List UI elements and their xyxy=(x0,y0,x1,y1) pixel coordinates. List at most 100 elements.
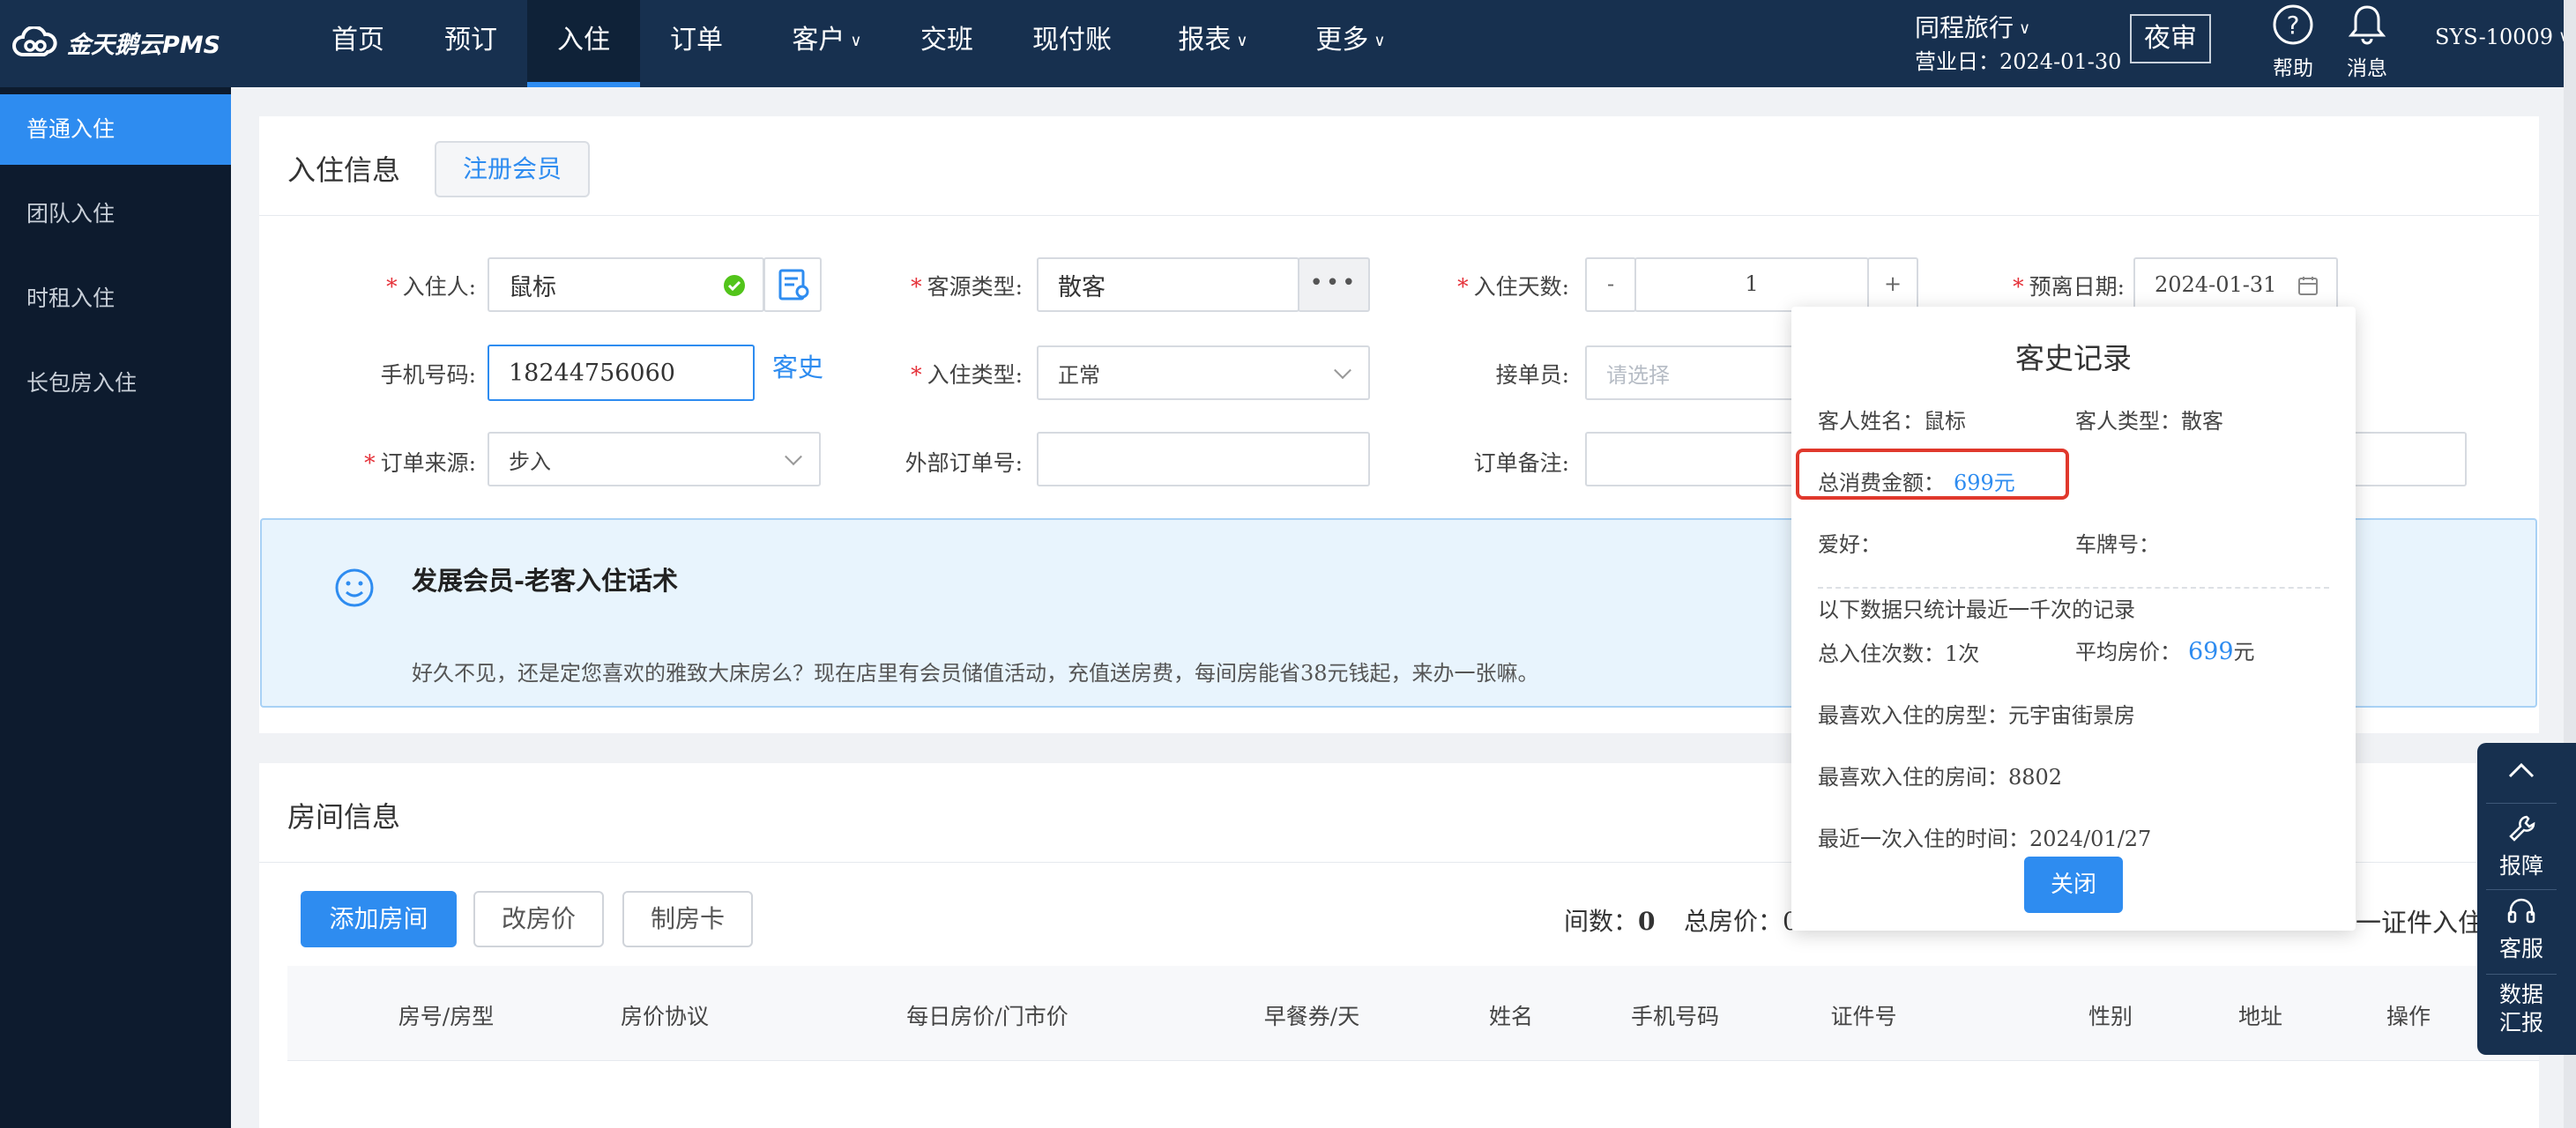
nav-home[interactable]: 首页 xyxy=(328,0,388,87)
days-input[interactable]: 1 xyxy=(1634,257,1869,312)
phone-input[interactable]: 18244756060 xyxy=(488,345,755,401)
room-count-value: 0 xyxy=(1638,907,1656,936)
fav-room-type-label: 最喜欢入住的房型： xyxy=(1818,703,2008,728)
more-dots-icon: ••• xyxy=(1309,270,1359,296)
checkin-type-select[interactable]: 正常 xyxy=(1037,345,1370,400)
float-toolbar: 报障 客服 数据 汇报 xyxy=(2477,743,2576,1055)
id-scan-button[interactable] xyxy=(763,257,822,312)
source-type-more-button[interactable]: ••• xyxy=(1298,257,1370,312)
user-menu[interactable]: SYS-10009∨ xyxy=(2435,25,2570,49)
make-room-card-button[interactable]: 制房卡 xyxy=(622,891,753,947)
sidebar-item-group-checkin[interactable]: 团队入住 xyxy=(0,179,231,249)
nav-orders[interactable]: 订单 xyxy=(666,0,726,87)
messages-button[interactable]: 消息 xyxy=(2336,0,2398,87)
banner-text: 好久不见，还是定您喜欢的雅致大床房么？现在店里有会员储值活动，充值送房费，每间房… xyxy=(412,661,1539,686)
departure-label: * 预离日期: xyxy=(1984,270,2125,301)
source-type-input[interactable]: 散客 xyxy=(1037,257,1299,312)
popup-dashed-divider xyxy=(1818,587,2329,589)
avg-price-label: 平均房价： xyxy=(2075,640,2181,664)
stats-note: 以下数据只统计最近一千次的记录 xyxy=(1818,597,2135,622)
chevron-down-icon: ∨ xyxy=(1236,32,1248,50)
guest-type-value: 散客 xyxy=(2181,409,2223,434)
days-label-text: 入住天数: xyxy=(1473,274,1569,300)
guest-history-link[interactable]: 客史 xyxy=(772,347,823,384)
chevron-down-icon: ∨ xyxy=(2019,19,2031,38)
col-id-number: 证件号 xyxy=(1830,1004,1897,1029)
sidebar-item-normal-checkin[interactable]: 普通入住 xyxy=(0,94,231,165)
night-audit-button[interactable]: 夜审 xyxy=(2130,14,2211,63)
avg-price-row: 平均房价： 699元 xyxy=(2075,634,2255,665)
order-source-value: 步入 xyxy=(509,449,551,474)
add-room-button[interactable]: 添加房间 xyxy=(301,891,457,947)
nav-more[interactable]: 更多 ∨ xyxy=(1307,0,1395,87)
days-value: 1 xyxy=(1745,271,1759,296)
last-stay-label: 最近一次入住的时间： xyxy=(1818,827,2029,851)
nav-checkin[interactable]: 入住 xyxy=(527,0,640,87)
float-divider xyxy=(2486,974,2557,975)
checkin-divider xyxy=(259,215,2539,216)
nav-shift[interactable]: 交班 xyxy=(917,0,977,87)
hotel-selector[interactable]: 同程旅行 ∨ xyxy=(1915,9,2030,44)
logo[interactable]: 金天鹅云PMS xyxy=(11,23,220,62)
cloud-logo-icon xyxy=(12,26,57,56)
room-count-label: 间数： xyxy=(1564,907,1639,936)
nav-customers[interactable]: 客户 ∨ xyxy=(783,0,871,87)
guest-history-popup: 客史记录 客人姓名：鼠标 客人类型：散客 总消费金额： 699元 爱好： 车牌号：… xyxy=(1791,307,2356,931)
change-price-button[interactable]: 改房价 xyxy=(473,891,604,947)
id-card-icon xyxy=(778,269,809,301)
guest-type-row: 客人类型：散客 xyxy=(2075,404,2223,434)
nav-reservation[interactable]: 预订 xyxy=(441,0,501,87)
top-nav: 金天鹅云PMS 首页 预订 入住 订单 客户 ∨ 交班 现付账 报表 ∨ 更多 ∨ 同… xyxy=(0,0,2576,87)
customer-service-label: 客服 xyxy=(2498,936,2543,961)
order-source-select[interactable]: 步入 xyxy=(488,432,821,486)
nav-customers-label: 客户 xyxy=(792,25,845,56)
source-type-value: 散客 xyxy=(1058,273,1106,301)
col-price-agreement: 房价协议 xyxy=(620,1004,709,1029)
customer-service-button[interactable]: 客服 xyxy=(2477,891,2565,970)
days-minus-button[interactable]: - xyxy=(1585,257,1636,312)
repair-button[interactable]: 报障 xyxy=(2477,808,2565,887)
data-report-label-2: 汇报 xyxy=(2498,1010,2543,1035)
float-divider xyxy=(2486,889,2557,890)
headset-icon xyxy=(2507,898,2535,924)
receiver-select[interactable]: 请选择 xyxy=(1585,345,1797,400)
float-divider xyxy=(2486,803,2557,804)
days-plus-button[interactable]: + xyxy=(1867,257,1918,312)
external-order-input[interactable] xyxy=(1037,432,1370,486)
guest-input[interactable]: 鼠标 xyxy=(488,257,764,312)
fav-room-row: 最喜欢入住的房间：8802 xyxy=(1818,760,2062,790)
scroll-top-button[interactable] xyxy=(2477,752,2565,796)
sidebar-item-hourly-checkin[interactable]: 时租入住 xyxy=(0,263,231,334)
logo-text: 金天鹅云PMS xyxy=(67,31,221,59)
nav-cash-account[interactable]: 现付账 xyxy=(1030,0,1114,87)
highlight-box xyxy=(1796,449,2069,500)
calendar-icon xyxy=(2298,277,2318,295)
phone-value: 18244756060 xyxy=(509,359,675,387)
departure-date-input[interactable]: 2024-01-31 xyxy=(2133,257,2338,312)
repair-label: 报障 xyxy=(2498,853,2543,879)
departure-label-text: 预离日期: xyxy=(2029,274,2125,300)
nav-reports[interactable]: 报表 ∨ xyxy=(1169,0,1257,87)
required-mark: * xyxy=(1457,274,1469,300)
total-stays-value: 1次 xyxy=(1945,642,1980,666)
chevron-down-icon: ∨ xyxy=(1374,32,1386,50)
checkin-type-label: * 入住类型: xyxy=(890,358,1023,390)
business-date: 营业日：2024-01-30 xyxy=(1915,49,2122,74)
sidebar-item-long-stay-checkin[interactable]: 长包房入住 xyxy=(0,348,231,419)
fav-room-type-row: 最喜欢入住的房型：元宇宙街景房 xyxy=(1818,698,2135,729)
required-mark: * xyxy=(911,362,922,388)
help-button[interactable]: ? 帮助 xyxy=(2262,0,2324,87)
user-id: SYS-10009 xyxy=(2435,25,2554,49)
popup-close-button[interactable]: 关闭 xyxy=(2024,857,2123,913)
fav-room-value: 8802 xyxy=(2008,765,2063,790)
required-mark: * xyxy=(2013,274,2024,300)
avg-price-value: 699 xyxy=(2188,638,2234,665)
col-room: 房号/房型 xyxy=(398,1004,495,1029)
data-report-button[interactable]: 数据 汇报 xyxy=(2477,977,2565,1053)
register-member-button[interactable]: 注册会员 xyxy=(435,141,590,197)
required-mark: * xyxy=(386,274,398,300)
guest-name-row: 客人姓名：鼠标 xyxy=(1818,404,1966,434)
one-id-checkin-option[interactable]: 一证件入住 xyxy=(2356,902,2483,939)
bell-icon xyxy=(2348,5,2386,45)
chevron-down-icon xyxy=(1334,361,1351,380)
